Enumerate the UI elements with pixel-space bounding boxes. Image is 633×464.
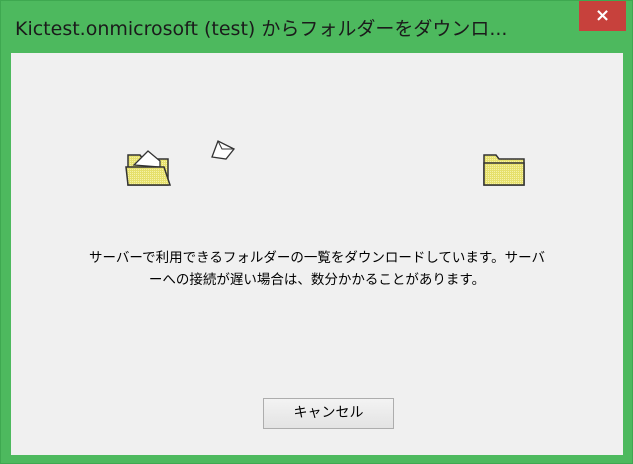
- window-title: Kictest.onmicrosoft (test) からフォルダーをダウンロ.…: [15, 18, 508, 40]
- status-message-line1: サーバーで利用できるフォルダーの一覧をダウンロードしています。サーバ: [89, 250, 545, 266]
- paper-icon: [211, 140, 236, 160]
- close-button[interactable]: ×: [579, 1, 626, 31]
- cancel-button[interactable]: キャンセル: [263, 398, 394, 429]
- folder-icon: [483, 154, 525, 186]
- dialog-content: サーバーで利用できるフォルダーの一覧をダウンロードしています。サーバ ーへの接続…: [11, 53, 623, 455]
- status-message-line2: ーへの接続が遅い場合は、数分かかることがあります。: [148, 272, 486, 288]
- download-dialog: Kictest.onmicrosoft (test) からフォルダーをダウンロ.…: [0, 0, 633, 464]
- open-folder-icon: [125, 150, 172, 186]
- title-bar[interactable]: Kictest.onmicrosoft (test) からフォルダーをダウンロ.…: [1, 1, 632, 53]
- status-message: サーバーで利用できるフォルダーの一覧をダウンロードしています。サーバ ーへの接続…: [31, 247, 603, 291]
